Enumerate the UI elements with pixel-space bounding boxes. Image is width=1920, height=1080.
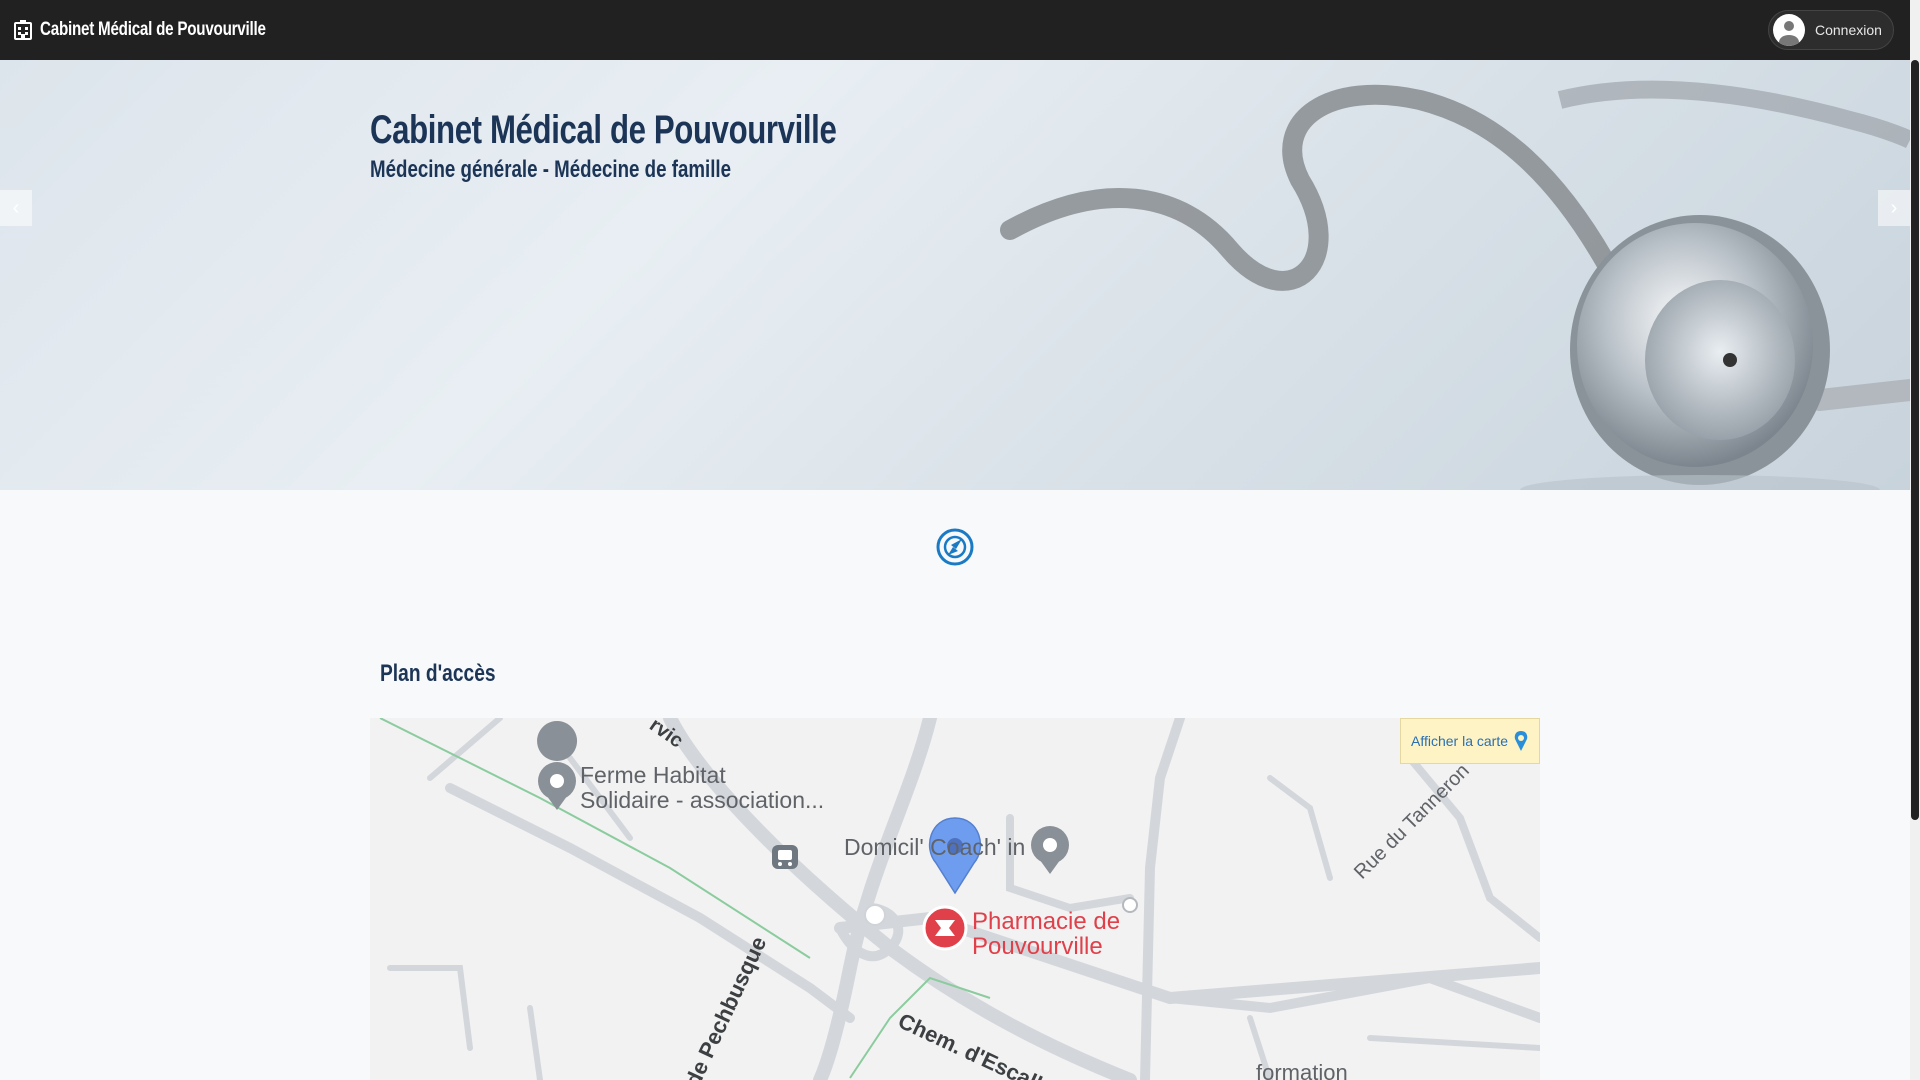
access-map[interactable]: Ferme Habitat Solidaire - association...…	[370, 718, 1540, 1080]
map-poi-label: Domicil' Coach' in	[844, 834, 1026, 860]
brand-link[interactable]: Cabinet Médical de Pouvourville	[14, 19, 322, 41]
hero-subtitle: Médecine générale - Médecine de famille	[370, 156, 732, 183]
login-button[interactable]: Connexion	[1768, 10, 1894, 50]
page-scrollbar[interactable]	[1910, 0, 1920, 1080]
hero-carousel: Cabinet Médical de Pouvourville Médecine…	[0, 60, 1910, 490]
map-poi-label: Ferme Habitat	[580, 762, 726, 788]
brand-title: Cabinet Médical de Pouvourville	[40, 19, 266, 40]
map-roads	[379, 718, 1540, 1080]
hospital-icon	[14, 20, 32, 40]
show-map-label: Afficher la carte	[1410, 733, 1508, 749]
stethoscope-image	[1000, 80, 1910, 490]
access-title: Plan d'accès	[380, 660, 496, 687]
map-poi-label: Solidaire - association...	[580, 787, 825, 813]
map-poi-label: formation	[1256, 1060, 1348, 1080]
map-pharmacy-label: Pharmacie de	[972, 908, 1121, 935]
poi-pin-icon	[537, 721, 578, 810]
scrollbar-thumb[interactable]	[1911, 60, 1919, 820]
compass-icon[interactable]	[936, 528, 974, 566]
user-avatar-icon	[1773, 14, 1805, 46]
carousel-prev-button[interactable]: ‹	[0, 190, 32, 226]
hero-title: Cabinet Médical de Pouvourville	[370, 108, 837, 152]
show-map-button[interactable]: Afficher la carte	[1400, 718, 1540, 764]
top-navbar: Cabinet Médical de Pouvourville Connexio…	[0, 0, 1910, 60]
carousel-next-button[interactable]: ›	[1878, 190, 1910, 226]
login-label: Connexion	[1815, 22, 1882, 38]
map-pharmacy-label: Pouvourville	[972, 933, 1103, 960]
map-pin-icon	[1514, 731, 1528, 751]
